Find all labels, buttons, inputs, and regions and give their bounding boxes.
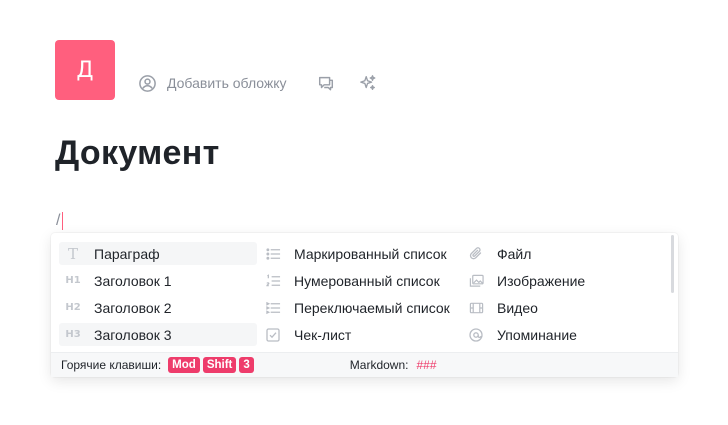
heading-3-icon: H3 bbox=[65, 327, 81, 343]
markdown-shortcut: ### bbox=[416, 358, 437, 372]
image-icon bbox=[468, 273, 484, 289]
avatar-letter: Д bbox=[76, 57, 94, 83]
menu-item-paragraph[interactable]: T Параграф bbox=[59, 242, 257, 265]
menu-item-label: Видео bbox=[497, 299, 538, 316]
icon-glyph: H1 bbox=[65, 275, 81, 286]
menu-item-heading-2[interactable]: H2 Заголовок 2 bbox=[59, 296, 257, 319]
menu-item-label: Переключаемый список bbox=[294, 299, 450, 316]
menu-item-mention[interactable]: Упоминание bbox=[462, 323, 662, 346]
editor-input-line[interactable]: / bbox=[56, 211, 64, 231]
document-title[interactable]: Документ bbox=[55, 134, 220, 173]
comment-icon bbox=[317, 74, 335, 92]
menu-item-label: Заголовок 3 bbox=[94, 326, 172, 343]
menu-item-label: Маркированный список bbox=[294, 245, 447, 262]
menu-item-bulleted-list[interactable]: Маркированный список bbox=[259, 242, 462, 265]
menu-item-label: Файл bbox=[497, 245, 532, 262]
menu-item-checklist[interactable]: Чек-лист bbox=[259, 323, 462, 346]
attachment-icon bbox=[468, 246, 484, 262]
toggle-list-icon bbox=[265, 300, 281, 316]
hotkey-key: 3 bbox=[239, 357, 254, 373]
menu-item-heading-3[interactable]: H3 Заголовок 3 bbox=[59, 323, 257, 346]
add-cover-icon bbox=[138, 74, 167, 93]
menu-item-label: Параграф bbox=[94, 245, 160, 262]
menu-item-label: Нумерованный список bbox=[294, 272, 440, 289]
hotkeys-label: Горячие клавиши: bbox=[61, 358, 162, 372]
markdown-label: Markdown: bbox=[349, 358, 409, 372]
menu-item-label: Упоминание bbox=[497, 326, 577, 343]
menu-item-heading-1[interactable]: H1 Заголовок 1 bbox=[59, 269, 257, 292]
video-icon bbox=[468, 300, 484, 316]
menu-footer: Горячие клавиши: Mod Shift 3 Markdown: #… bbox=[51, 352, 678, 377]
page-toolbar: Добавить обложку bbox=[138, 72, 377, 94]
mention-icon bbox=[468, 327, 484, 343]
menu-item-video[interactable]: Видео bbox=[462, 296, 662, 319]
checklist-icon bbox=[265, 327, 281, 343]
add-cover-label: Добавить обложку bbox=[167, 75, 287, 91]
heading-2-icon: H2 bbox=[65, 300, 81, 316]
slash-command-menu: T Параграф Маркированный список Файл H1 Загол… bbox=[51, 233, 678, 377]
hotkey-key: Mod bbox=[168, 357, 200, 373]
hotkey-key: Shift bbox=[202, 357, 237, 373]
menu-item-numbered-list[interactable]: Нумерованный список bbox=[259, 269, 462, 292]
page-icon-avatar[interactable]: Д bbox=[55, 40, 115, 100]
paragraph-icon: T bbox=[65, 244, 81, 263]
add-cover-button[interactable]: Добавить обложку bbox=[138, 74, 287, 93]
sparkle-icon bbox=[359, 74, 377, 92]
menu-item-label: Заголовок 1 bbox=[94, 272, 172, 289]
text-caret bbox=[62, 212, 64, 230]
numbered-list-icon bbox=[265, 273, 281, 289]
command-grid: T Параграф Маркированный список Файл H1 Загол… bbox=[59, 242, 662, 350]
menu-item-label: Заголовок 2 bbox=[94, 299, 172, 316]
menu-item-attachment[interactable]: Файл bbox=[462, 242, 662, 265]
menu-item-label: Чек-лист bbox=[294, 326, 352, 343]
menu-item-image[interactable]: Изображение bbox=[462, 269, 662, 292]
menu-item-label: Изображение bbox=[497, 272, 586, 289]
bulleted-list-icon bbox=[265, 246, 281, 262]
menu-scrollbar[interactable] bbox=[671, 235, 674, 293]
heading-1-icon: H1 bbox=[65, 273, 81, 289]
icon-glyph: H2 bbox=[65, 302, 81, 313]
ai-sparkle-button[interactable] bbox=[359, 74, 377, 92]
comment-button[interactable] bbox=[317, 74, 335, 92]
menu-item-toggle-list[interactable]: Переключаемый список bbox=[259, 296, 462, 319]
icon-glyph: T bbox=[67, 244, 78, 263]
slash-command-text: / bbox=[56, 212, 61, 229]
icon-glyph: H3 bbox=[65, 329, 81, 340]
